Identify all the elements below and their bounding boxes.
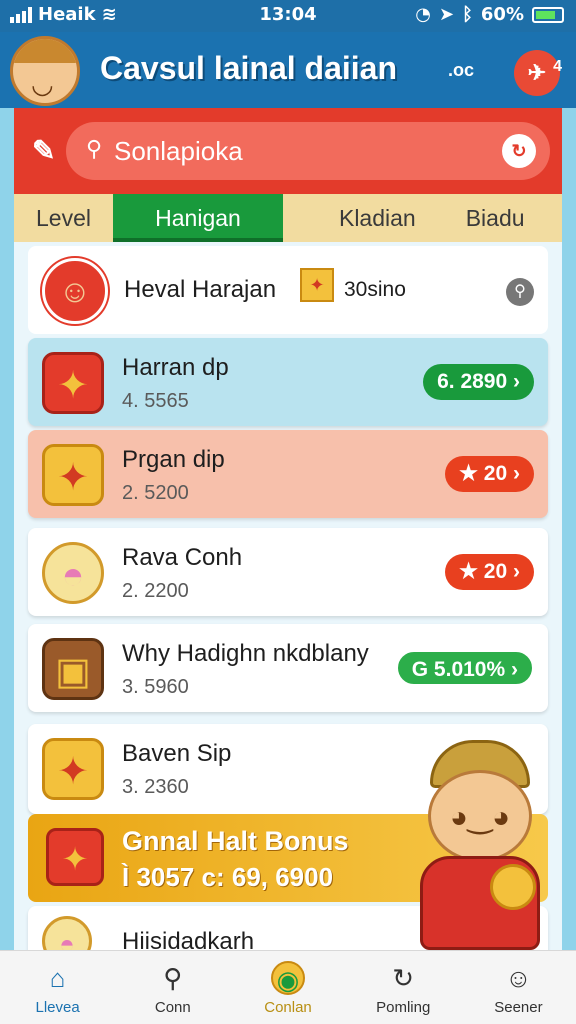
list-item[interactable]: ◓ Rava Conh 2. 2200 ★ 20 › — [28, 528, 548, 616]
item-name: Baven Sip — [122, 740, 232, 767]
hat-icon — [13, 39, 77, 63]
bluetooth-icon: ᛒ — [462, 4, 473, 25]
app-header: ◡ Cavsul lainal daiian .oc ✈ 4 — [0, 32, 576, 108]
item-reward-button[interactable]: G 5.010% › — [395, 650, 534, 686]
item-value: 2. 5200 — [122, 482, 189, 504]
tab-bar: Level Hanigan Kladian Biadu — [14, 194, 562, 242]
item-name: Rava Conh — [122, 544, 243, 571]
location-icon: ➤ — [439, 4, 455, 25]
mascot-illustration: ◕‿◕ — [404, 740, 554, 950]
yellow-gift-icon: ✦ — [42, 738, 104, 800]
bottom-tab-bar: ⌂ Llevea ⚲ Conn ◉ Conlan ↻ Pomling ☺ See… — [0, 950, 576, 1024]
item-value: 3. 2360 — [122, 776, 189, 798]
bottom-tab-label: Llevea — [35, 999, 80, 1016]
bottom-tab-label: Conlan — [264, 999, 312, 1016]
gift-icon: ✦ — [300, 268, 334, 302]
more-icon[interactable]: ⚲ — [506, 278, 534, 306]
user-avatar: ☺ — [42, 258, 108, 324]
profile-icon: ☺ — [505, 963, 532, 993]
mascot-avatar[interactable]: ◡ — [10, 36, 80, 106]
bottom-tab-cycle[interactable]: ↻ Pomling — [346, 951, 461, 1024]
alarm-icon: ◔ — [415, 4, 431, 25]
user-summary-row[interactable]: ☺ Heval Harajan ✦ 30sino ⚲ — [28, 246, 548, 334]
item-reward-button[interactable]: ★ 20 › — [445, 456, 534, 492]
list-item[interactable]: ✦ Prgan dip 2. 5200 ★ 20 › — [28, 430, 548, 518]
battery-percent: 60% — [480, 4, 524, 25]
bonus-value: Ì 3057 c: 69, 6900 — [122, 862, 334, 892]
user-coins: 30sino — [344, 278, 406, 301]
bottom-tab-label: Conn — [154, 999, 191, 1016]
notification-button[interactable]: ✈ 4 — [514, 50, 562, 96]
bowl-icon: ◓ — [42, 542, 104, 604]
item-name: Harran dp — [122, 354, 229, 381]
item-name: Prgan dip — [122, 446, 225, 473]
list-item[interactable]: ▣ Why Hadighn nkdblany 3. 5960 G 5.010% … — [28, 624, 548, 712]
notification-count: 4 — [553, 58, 562, 75]
face-icon: ◕‿◕ — [428, 770, 532, 862]
tab-level[interactable]: Level — [14, 194, 113, 242]
doc-label[interactable]: .oc — [448, 60, 474, 81]
red-gift-icon: ✦ — [46, 828, 104, 886]
item-value: 4. 5565 — [122, 390, 189, 412]
brand-icon: ✎ — [32, 135, 56, 166]
coin-icon: ◉ — [271, 961, 305, 995]
item-value: 2. 2200 — [122, 580, 189, 602]
bottom-tab-search[interactable]: ⚲ Conn — [115, 951, 230, 1024]
bottom-tab-label: Pomling — [376, 999, 431, 1016]
smile-icon: ◡ — [31, 69, 54, 99]
item-reward-button[interactable]: 6. 2890 › — [423, 364, 534, 400]
item-name: Why Hadighn nkdblany — [122, 640, 369, 667]
cycle-icon: ↻ — [392, 963, 415, 993]
chest-icon: ▣ — [42, 638, 104, 700]
item-reward-button[interactable]: ★ 20 › — [445, 554, 534, 590]
tab-hanigan[interactable]: Hanigan — [112, 194, 283, 242]
coin-icon — [490, 864, 536, 910]
list-item[interactable]: ✦ Harran dp 4. 5565 6. 2890 › — [28, 338, 548, 426]
bottom-tab-coin[interactable]: ◉ Conlan — [230, 951, 345, 1024]
tab-biadu[interactable]: Biadu — [444, 194, 547, 242]
tab-kladian[interactable]: Kladian — [317, 194, 438, 242]
search-box[interactable]: ⚲ ↻ — [66, 122, 550, 180]
home-icon: ⌂ — [49, 963, 66, 993]
search-input[interactable] — [114, 132, 494, 170]
bell-icon: ✈ — [527, 60, 547, 85]
bottom-tab-profile[interactable]: ☺ Seener — [461, 951, 576, 1024]
status-bar: Heaik ≋ 13:04 ◔ ➤ ᛒ 60% — [0, 0, 576, 32]
yellow-gift-icon: ✦ — [42, 444, 104, 506]
user-name: Heval Harajan — [124, 276, 277, 303]
item-value: 3. 5960 — [122, 676, 189, 698]
app-title: Cavsul lainal daiian — [100, 50, 397, 86]
bottom-tab-home[interactable]: ⌂ Llevea — [0, 951, 115, 1024]
red-gift-icon: ✦ — [42, 352, 104, 414]
search-icon: ⚲ — [86, 136, 103, 161]
battery-icon — [532, 6, 564, 23]
search-bar: ✎ ⚲ ↻ — [14, 108, 562, 194]
bottom-tab-label: Seener — [494, 999, 543, 1016]
search-icon: ⚲ — [163, 963, 183, 993]
bonus-title: Gnnal Halt Bonus — [122, 826, 349, 856]
refresh-icon[interactable]: ↻ — [502, 134, 536, 168]
